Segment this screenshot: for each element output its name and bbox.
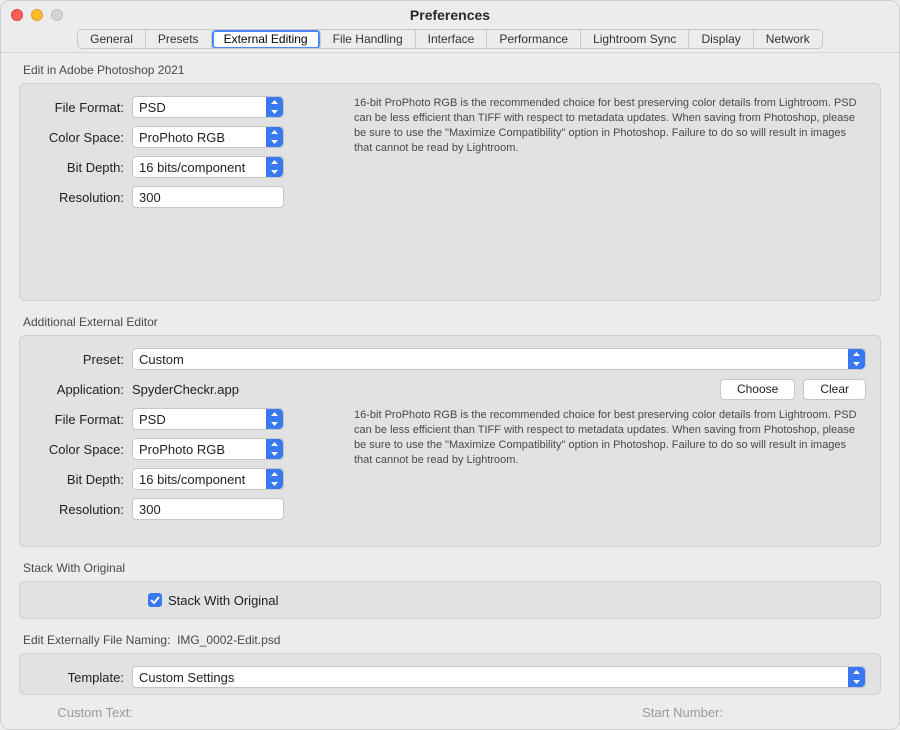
panel-edit-in-photoshop: File Format: PSD Color Space: ProPhoto R…	[19, 83, 881, 301]
tab-external-editing[interactable]: External Editing	[212, 30, 321, 49]
panel-file-naming: Template: Custom Settings	[19, 653, 881, 695]
preset-value: Custom	[139, 352, 184, 367]
file-format-select-2[interactable]: PSD	[132, 408, 284, 430]
bit-depth-select-2[interactable]: 16 bits/component	[132, 468, 284, 490]
bit-depth-value: 16 bits/component	[139, 160, 245, 175]
zoom-window-button	[51, 9, 63, 21]
help-text-photoshop: 16-bit ProPhoto RGB is the recommended c…	[324, 96, 866, 155]
bit-depth-select[interactable]: 16 bits/component	[132, 156, 284, 178]
application-label: Application:	[34, 382, 132, 397]
file-naming-title: Edit Externally File Naming:	[23, 633, 170, 647]
file-format-value: PSD	[139, 412, 166, 427]
clear-button[interactable]: Clear	[803, 379, 866, 400]
custom-text-label: Custom Text:	[19, 705, 141, 720]
application-value: SpyderCheckr.app	[132, 382, 239, 397]
panel-stack-with-original: Stack With Original	[19, 581, 881, 619]
resolution-input[interactable]	[132, 186, 284, 208]
preset-label: Preset:	[34, 352, 132, 367]
window-controls	[11, 9, 63, 21]
color-space-select[interactable]: ProPhoto RGB	[132, 126, 284, 148]
updown-stepper-icon	[266, 97, 283, 117]
panel-additional-editor: Preset: Custom Application: SpyderCheckr…	[19, 335, 881, 547]
tab-general[interactable]: General	[78, 30, 146, 49]
section-additional-external-editor: Additional External Editor Preset: Custo…	[19, 315, 881, 547]
help-text-additional: 16-bit ProPhoto RGB is the recommended c…	[324, 408, 866, 467]
template-label: Template:	[34, 670, 132, 685]
template-select[interactable]: Custom Settings	[132, 666, 866, 688]
stack-with-original-label: Stack With Original	[168, 593, 279, 608]
file-format-value: PSD	[139, 100, 166, 115]
tab-presets[interactable]: Presets	[146, 30, 212, 49]
template-value: Custom Settings	[139, 670, 234, 685]
section-title: Stack With Original	[19, 561, 881, 575]
color-space-value: ProPhoto RGB	[139, 130, 225, 145]
start-number-label: Start Number:	[642, 705, 731, 720]
choose-button[interactable]: Choose	[720, 379, 795, 400]
updown-stepper-icon	[266, 157, 283, 177]
resolution-label: Resolution:	[34, 190, 132, 205]
stack-with-original-checkbox[interactable]	[148, 593, 162, 607]
updown-stepper-icon	[266, 409, 283, 429]
color-space-label: Color Space:	[34, 442, 132, 457]
file-format-label: File Format:	[34, 100, 132, 115]
section-file-naming: Edit Externally File Naming: IMG_0002-Ed…	[19, 633, 881, 720]
updown-stepper-icon	[848, 667, 865, 687]
tab-network[interactable]: Network	[754, 30, 822, 49]
color-space-label: Color Space:	[34, 130, 132, 145]
resolution-input-2[interactable]	[132, 498, 284, 520]
checkmark-icon	[150, 595, 160, 605]
tab-lightroom-sync[interactable]: Lightroom Sync	[581, 30, 689, 49]
window-title: Preferences	[1, 7, 899, 23]
file-format-label: File Format:	[34, 412, 132, 427]
titlebar: Preferences	[1, 1, 899, 29]
section-title: Additional External Editor	[19, 315, 881, 329]
color-space-select-2[interactable]: ProPhoto RGB	[132, 438, 284, 460]
updown-stepper-icon	[266, 439, 283, 459]
updown-stepper-icon	[848, 349, 865, 369]
file-naming-example: IMG_0002-Edit.psd	[177, 633, 280, 647]
section-edit-in-photoshop: Edit in Adobe Photoshop 2021 File Format…	[19, 63, 881, 301]
minimize-window-button[interactable]	[31, 9, 43, 21]
bit-depth-label: Bit Depth:	[34, 472, 132, 487]
content-area: Edit in Adobe Photoshop 2021 File Format…	[1, 53, 899, 729]
tab-segment: GeneralPresetsExternal EditingFile Handl…	[77, 29, 823, 49]
close-window-button[interactable]	[11, 9, 23, 21]
section-title: Edit in Adobe Photoshop 2021	[19, 63, 881, 77]
file-format-select[interactable]: PSD	[132, 96, 284, 118]
tab-performance[interactable]: Performance	[487, 30, 581, 49]
bit-depth-value: 16 bits/component	[139, 472, 245, 487]
preset-select[interactable]: Custom	[132, 348, 866, 370]
tab-display[interactable]: Display	[689, 30, 753, 49]
bit-depth-label: Bit Depth:	[34, 160, 132, 175]
section-stack-with-original: Stack With Original Stack With Original	[19, 561, 881, 619]
tab-file-handling[interactable]: File Handling	[321, 30, 416, 49]
resolution-label: Resolution:	[34, 502, 132, 517]
preferences-window: Preferences GeneralPresetsExternal Editi…	[0, 0, 900, 730]
tab-interface[interactable]: Interface	[416, 30, 488, 49]
tab-bar: GeneralPresetsExternal EditingFile Handl…	[1, 29, 899, 53]
updown-stepper-icon	[266, 127, 283, 147]
updown-stepper-icon	[266, 469, 283, 489]
color-space-value: ProPhoto RGB	[139, 442, 225, 457]
